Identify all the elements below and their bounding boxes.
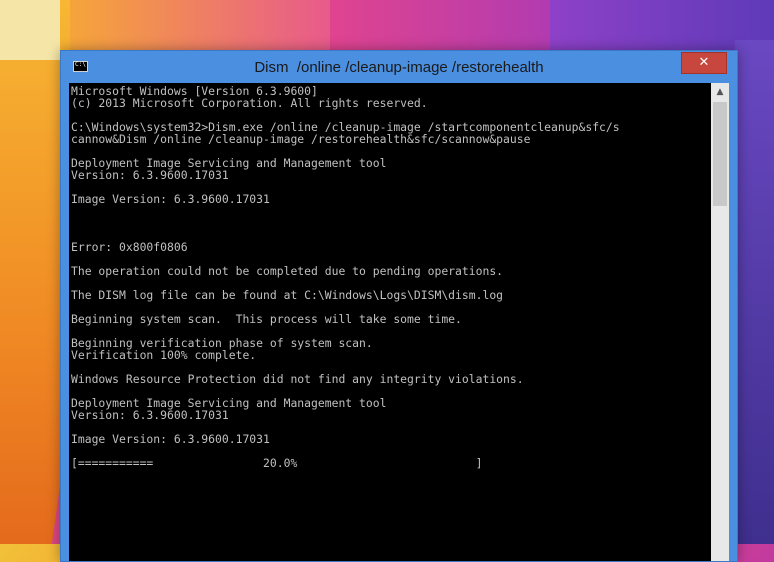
console-line: Image Version: 6.3.9600.17031 xyxy=(71,192,270,206)
window-title: Dism /online /cleanup-image /restoreheal… xyxy=(254,59,544,76)
wallpaper-shape xyxy=(735,40,774,544)
close-button[interactable]: ✕ xyxy=(681,52,727,74)
console-line: Version: 6.3.9600.17031 xyxy=(71,408,229,422)
console-line: Version: 6.3.9600.17031 xyxy=(71,168,229,182)
console-line: cannow&Dism /online /cleanup-image /rest… xyxy=(71,132,531,146)
console-line: The DISM log file can be found at C:\Win… xyxy=(71,288,504,302)
console-line: Error: 0x800f0806 xyxy=(71,240,188,254)
console-line: Verification 100% complete. xyxy=(71,348,257,362)
console-line: Beginning system scan. This process will… xyxy=(71,312,462,326)
vertical-scrollbar[interactable]: ▲ xyxy=(711,83,729,561)
console-text: Microsoft Windows [Version 6.3.9600] (c)… xyxy=(69,83,711,469)
console-output[interactable]: Microsoft Windows [Version 6.3.9600] (c)… xyxy=(69,83,711,561)
wallpaper-shape xyxy=(0,0,60,60)
console-line: (c) 2013 Microsoft Corporation. All righ… xyxy=(71,96,428,110)
console-window: Dism /online /cleanup-image /restoreheal… xyxy=(60,50,738,562)
title-bar[interactable]: Dism /online /cleanup-image /restoreheal… xyxy=(61,51,737,83)
console-line: The operation could not be completed due… xyxy=(71,264,504,278)
console-line: [=========== 20.0% ] xyxy=(71,456,483,470)
console-line: Windows Resource Protection did not find… xyxy=(71,372,524,386)
scroll-thumb[interactable] xyxy=(713,102,727,206)
console-line: Image Version: 6.3.9600.17031 xyxy=(71,432,270,446)
scroll-up-arrow-icon[interactable]: ▲ xyxy=(711,83,729,101)
